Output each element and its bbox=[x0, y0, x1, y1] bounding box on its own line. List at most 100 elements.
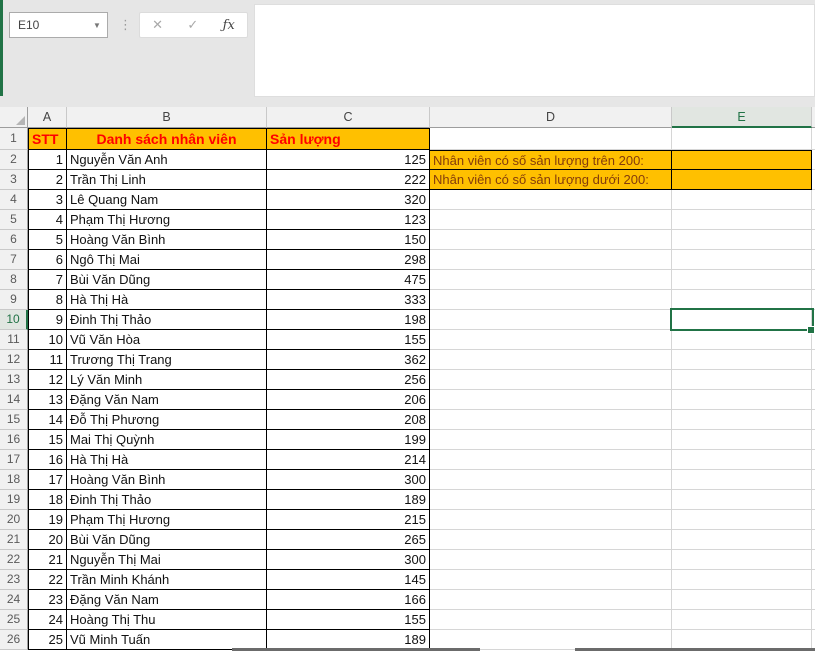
row-header-26[interactable]: 26 bbox=[0, 630, 28, 650]
cell-D8[interactable] bbox=[430, 270, 672, 290]
cell-C7[interactable]: 298 bbox=[267, 250, 430, 270]
formula-bar-input[interactable] bbox=[254, 4, 815, 97]
cell-B5[interactable]: Phạm Thị Hương bbox=[67, 210, 267, 230]
cell-B25[interactable]: Hoàng Thị Thu bbox=[67, 610, 267, 630]
cell-B11[interactable]: Vũ Văn Hòa bbox=[67, 330, 267, 350]
cell-E9[interactable] bbox=[672, 290, 812, 310]
cell-A19[interactable]: 18 bbox=[28, 490, 67, 510]
cell-D20[interactable] bbox=[430, 510, 672, 530]
cell-B22[interactable]: Nguyễn Thị Mai bbox=[67, 550, 267, 570]
cell-D26[interactable] bbox=[430, 630, 672, 650]
cell-D23[interactable] bbox=[430, 570, 672, 590]
cell-E4[interactable] bbox=[672, 190, 812, 210]
cell-E3[interactable] bbox=[672, 170, 812, 190]
cell-C5[interactable]: 123 bbox=[267, 210, 430, 230]
cell-C1[interactable]: Sản lượng bbox=[267, 128, 430, 150]
cell-E8[interactable] bbox=[672, 270, 812, 290]
cell-B3[interactable]: Trần Thị Linh bbox=[67, 170, 267, 190]
cell-B12[interactable]: Trương Thị Trang bbox=[67, 350, 267, 370]
cell-A25[interactable]: 24 bbox=[28, 610, 67, 630]
cell-C6[interactable]: 150 bbox=[267, 230, 430, 250]
cell-D14[interactable] bbox=[430, 390, 672, 410]
cell-D2[interactable]: Nhân viên có số sản lượng trên 200: bbox=[430, 150, 672, 170]
cell-A4[interactable]: 3 bbox=[28, 190, 67, 210]
cell-D5[interactable] bbox=[430, 210, 672, 230]
cell-D1[interactable] bbox=[430, 128, 672, 150]
cell-C8[interactable]: 475 bbox=[267, 270, 430, 290]
row-header-14[interactable]: 14 bbox=[0, 390, 28, 410]
cell-A10[interactable]: 9 bbox=[28, 310, 67, 330]
cell-D13[interactable] bbox=[430, 370, 672, 390]
cell-E23[interactable] bbox=[672, 570, 812, 590]
cell-B13[interactable]: Lý Văn Minh bbox=[67, 370, 267, 390]
cell-A18[interactable]: 17 bbox=[28, 470, 67, 490]
cell-C17[interactable]: 214 bbox=[267, 450, 430, 470]
row-header-8[interactable]: 8 bbox=[0, 270, 28, 290]
cell-C13[interactable]: 256 bbox=[267, 370, 430, 390]
column-header-D[interactable]: D bbox=[430, 107, 672, 128]
cell-B1[interactable]: Danh sách nhân viên bbox=[67, 128, 267, 150]
cell-B14[interactable]: Đặng Văn Nam bbox=[67, 390, 267, 410]
row-header-4[interactable]: 4 bbox=[0, 190, 28, 210]
cell-B7[interactable]: Ngô Thị Mai bbox=[67, 250, 267, 270]
cell-D18[interactable] bbox=[430, 470, 672, 490]
cell-C23[interactable]: 145 bbox=[267, 570, 430, 590]
name-box[interactable]: E10 ▼ bbox=[9, 12, 108, 38]
row-header-6[interactable]: 6 bbox=[0, 230, 28, 250]
cell-C24[interactable]: 166 bbox=[267, 590, 430, 610]
cell-D17[interactable] bbox=[430, 450, 672, 470]
cell-C20[interactable]: 215 bbox=[267, 510, 430, 530]
insert-function-icon[interactable]: ƒx bbox=[223, 18, 235, 33]
row-header-22[interactable]: 22 bbox=[0, 550, 28, 570]
cell-B19[interactable]: Đinh Thị Thảo bbox=[67, 490, 267, 510]
cell-E13[interactable] bbox=[672, 370, 812, 390]
cell-D25[interactable] bbox=[430, 610, 672, 630]
cell-E22[interactable] bbox=[672, 550, 812, 570]
cell-B21[interactable]: Bùi Văn Dũng bbox=[67, 530, 267, 550]
cell-C19[interactable]: 189 bbox=[267, 490, 430, 510]
cell-C18[interactable]: 300 bbox=[267, 470, 430, 490]
cell-C11[interactable]: 155 bbox=[267, 330, 430, 350]
cell-E20[interactable] bbox=[672, 510, 812, 530]
cell-A15[interactable]: 14 bbox=[28, 410, 67, 430]
cell-E21[interactable] bbox=[672, 530, 812, 550]
cell-B17[interactable]: Hà Thị Hà bbox=[67, 450, 267, 470]
cell-E26[interactable] bbox=[672, 630, 812, 650]
cell-A9[interactable]: 8 bbox=[28, 290, 67, 310]
row-header-23[interactable]: 23 bbox=[0, 570, 28, 590]
cell-D15[interactable] bbox=[430, 410, 672, 430]
column-header-C[interactable]: C bbox=[267, 107, 430, 128]
cell-A23[interactable]: 22 bbox=[28, 570, 67, 590]
cell-A13[interactable]: 12 bbox=[28, 370, 67, 390]
row-header-1[interactable]: 1 bbox=[0, 128, 28, 150]
cell-D4[interactable] bbox=[430, 190, 672, 210]
cell-A11[interactable]: 10 bbox=[28, 330, 67, 350]
row-header-18[interactable]: 18 bbox=[0, 470, 28, 490]
cell-E12[interactable] bbox=[672, 350, 812, 370]
column-header-A[interactable]: A bbox=[28, 107, 67, 128]
cell-E5[interactable] bbox=[672, 210, 812, 230]
cell-B10[interactable]: Đinh Thị Thảo bbox=[67, 310, 267, 330]
row-header-10[interactable]: 10 bbox=[0, 310, 28, 330]
cell-A3[interactable]: 2 bbox=[28, 170, 67, 190]
column-header-B[interactable]: B bbox=[67, 107, 267, 128]
cell-E11[interactable] bbox=[672, 330, 812, 350]
cell-C21[interactable]: 265 bbox=[267, 530, 430, 550]
cell-A7[interactable]: 6 bbox=[28, 250, 67, 270]
cell-C9[interactable]: 333 bbox=[267, 290, 430, 310]
cell-A21[interactable]: 20 bbox=[28, 530, 67, 550]
row-header-7[interactable]: 7 bbox=[0, 250, 28, 270]
cell-C4[interactable]: 320 bbox=[267, 190, 430, 210]
row-header-9[interactable]: 9 bbox=[0, 290, 28, 310]
row-header-16[interactable]: 16 bbox=[0, 430, 28, 450]
row-header-24[interactable]: 24 bbox=[0, 590, 28, 610]
cell-C26[interactable]: 189 bbox=[267, 630, 430, 650]
cell-E17[interactable] bbox=[672, 450, 812, 470]
row-header-19[interactable]: 19 bbox=[0, 490, 28, 510]
cell-C2[interactable]: 125 bbox=[267, 150, 430, 170]
row-header-25[interactable]: 25 bbox=[0, 610, 28, 630]
cell-B2[interactable]: Nguyễn Văn Anh bbox=[67, 150, 267, 170]
cell-C14[interactable]: 206 bbox=[267, 390, 430, 410]
cell-B15[interactable]: Đỗ Thị Phương bbox=[67, 410, 267, 430]
cell-E14[interactable] bbox=[672, 390, 812, 410]
